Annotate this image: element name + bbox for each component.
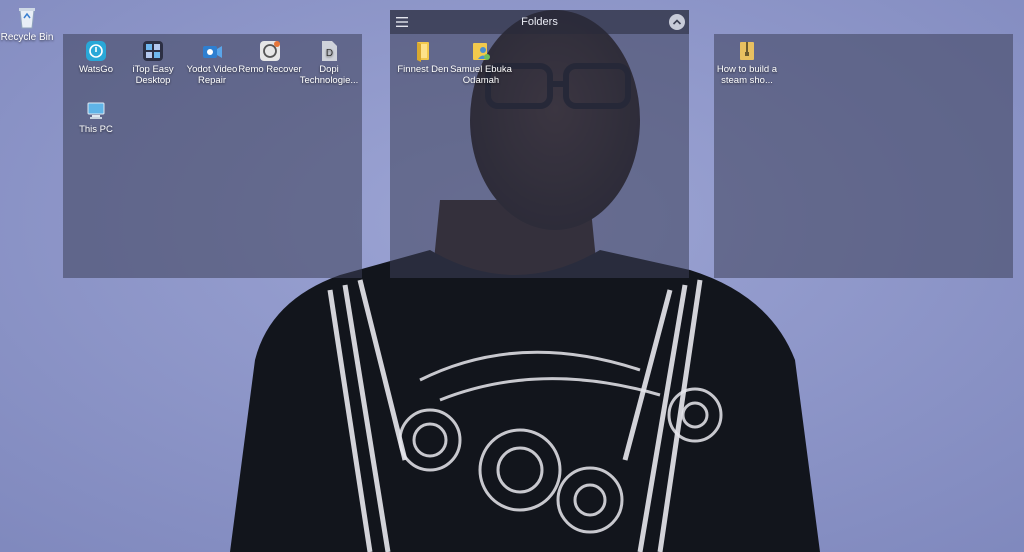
steam-shop-archive-label: How to build a steam sho... (716, 64, 778, 86)
recycle-bin-label: Recycle Bin (0, 32, 54, 43)
menu-icon[interactable] (396, 16, 408, 28)
recycle-bin-shortcut[interactable]: Recycle Bin (0, 4, 64, 44)
svg-text:D: D (326, 48, 333, 59)
user-folder-icon (473, 43, 490, 60)
remo-recover-shortcut[interactable]: Remo Recover (237, 40, 303, 75)
finnest-den-folder[interactable]: Finnest Den (390, 40, 456, 75)
dopi-technologies-label: Dopi Technologie... (299, 64, 359, 86)
collapse-button[interactable] (669, 14, 685, 30)
finnest-den-label: Finnest Den (397, 64, 449, 75)
chevron-up-icon (672, 19, 682, 25)
remo-recover-label: Remo Recover (238, 64, 302, 75)
samuel-ebuka-odamah-folder[interactable]: Samuel Ebuka Odamah (448, 40, 514, 86)
yodot-video-repair-label: Yodot Video Repair (186, 64, 238, 86)
folders-fence-panel[interactable]: Folders Finnest Den Samuel Ebuka Odamah (390, 10, 689, 278)
dopi-technologies-shortcut[interactable]: D Dopi Technologie... (296, 40, 362, 86)
this-pc-label: This PC (79, 124, 113, 135)
itop-easy-desktop-label: iTop Easy Desktop (132, 64, 174, 86)
this-pc-icon (87, 102, 105, 119)
this-pc-shortcut[interactable]: This PC (63, 100, 129, 135)
right-fence-panel[interactable]: How to build a steam sho... (714, 34, 1013, 278)
folders-fence-title: Folders (521, 16, 558, 28)
samuel-ebuka-odamah-label: Samuel Ebuka Odamah (450, 64, 512, 86)
dopi-document-icon: D (322, 41, 337, 61)
steam-shop-archive[interactable]: How to build a steam sho... (714, 40, 780, 86)
folder-icon (417, 42, 429, 62)
remo-recover-icon (260, 41, 280, 61)
yodot-video-repair-shortcut[interactable]: Yodot Video Repair (179, 40, 245, 86)
zip-folder-icon (740, 42, 754, 60)
recycle-bin-icon (19, 8, 35, 29)
itop-easy-desktop-icon (143, 41, 163, 61)
folders-fence-header[interactable]: Folders (390, 10, 689, 34)
left-fence-panel[interactable]: WatsGo iTop Easy Desktop Yodot Video Rep… (63, 34, 362, 278)
yodot-video-repair-icon (203, 46, 222, 58)
itop-easy-desktop-shortcut[interactable]: iTop Easy Desktop (120, 40, 186, 86)
watsgo-app-icon (86, 41, 106, 61)
